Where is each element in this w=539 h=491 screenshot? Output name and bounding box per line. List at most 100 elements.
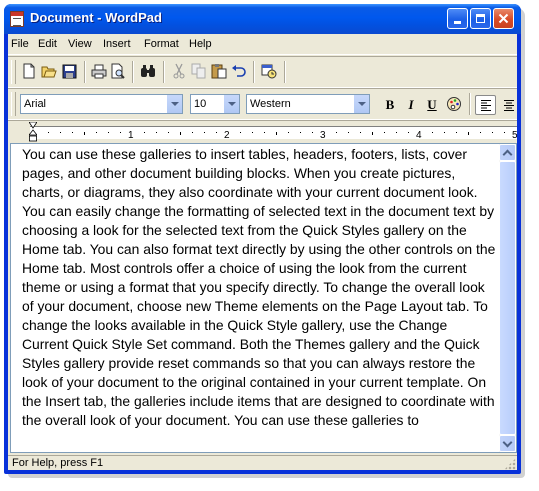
- ruler-tick: [468, 132, 469, 135]
- align-left-button[interactable]: [475, 95, 496, 115]
- date-time-icon: [261, 64, 277, 79]
- scroll-thumb[interactable]: [499, 161, 516, 435]
- ruler-tick: [336, 132, 337, 133]
- ruler-tick: [48, 132, 49, 133]
- font-size-combo[interactable]: 10: [190, 94, 240, 114]
- formatbar-grip[interactable]: [11, 92, 16, 116]
- format-bar: Arial 10 Western B I U: [8, 88, 517, 120]
- toolbar-separator: [132, 61, 134, 83]
- menu-edit[interactable]: Edit: [38, 38, 57, 50]
- ruler-tick: [180, 132, 181, 135]
- copy-button[interactable]: [190, 62, 208, 80]
- print-button[interactable]: [90, 62, 108, 80]
- ruler-tick: [168, 132, 169, 133]
- toolbar-separator: [284, 61, 286, 83]
- ruler-tick: [144, 132, 145, 133]
- color-palette-icon: [447, 97, 461, 111]
- new-button[interactable]: [20, 62, 38, 80]
- menu-help[interactable]: Help: [189, 38, 212, 50]
- align-center-button[interactable]: [500, 96, 518, 114]
- ruler-tick: [204, 132, 205, 133]
- undo-button[interactable]: [230, 62, 248, 80]
- bold-button[interactable]: B: [381, 96, 399, 114]
- italic-button[interactable]: I: [402, 96, 420, 114]
- client-area: File Edit View Insert Format Help Arial …: [8, 34, 518, 470]
- print-icon: [91, 64, 107, 78]
- formatbar-separator: [469, 93, 471, 115]
- font-name-combo[interactable]: Arial: [20, 94, 183, 114]
- wordpad-app-icon[interactable]: [10, 11, 24, 27]
- title-bar[interactable]: Document - WordPad: [4, 4, 521, 34]
- scroll-up-button[interactable]: [499, 144, 516, 161]
- save-button[interactable]: [60, 62, 78, 80]
- ruler-tick: [120, 132, 121, 133]
- ruler-number: 3: [320, 130, 326, 141]
- ruler-tick: [396, 132, 397, 133]
- ruler-number: 4: [416, 130, 422, 141]
- ruler-tick: [252, 132, 253, 133]
- toolbar-separator: [253, 61, 255, 83]
- new-icon: [23, 63, 35, 79]
- paste-icon: [211, 64, 227, 79]
- ruler-tick: [216, 132, 217, 133]
- font-size-value: 10: [194, 98, 207, 110]
- close-button[interactable]: [493, 8, 514, 29]
- scroll-down-button[interactable]: [499, 435, 516, 452]
- ruler-tick: [384, 132, 385, 133]
- chevron-down-icon: [357, 102, 366, 106]
- ruler-tick: [60, 132, 61, 133]
- ruler-number: 5: [512, 130, 518, 141]
- ruler-tick: [108, 132, 109, 133]
- menu-file[interactable]: File: [11, 38, 29, 50]
- save-icon: [62, 64, 76, 78]
- paste-button[interactable]: [210, 62, 228, 80]
- font-dropdown-button[interactable]: [166, 95, 182, 113]
- close-icon: [498, 13, 509, 24]
- document-frame: You can use these galleries to insert ta…: [10, 143, 517, 453]
- ruler-tick: [96, 132, 97, 133]
- ruler-tick: [480, 132, 481, 133]
- menu-view[interactable]: View: [68, 38, 92, 50]
- date-time-button[interactable]: [260, 62, 278, 80]
- color-button[interactable]: [445, 96, 463, 114]
- window-title: Document - WordPad: [30, 10, 162, 25]
- script-combo[interactable]: Western: [246, 94, 370, 114]
- menu-format[interactable]: Format: [144, 38, 179, 50]
- resize-grip-icon[interactable]: [504, 458, 516, 470]
- underline-button[interactable]: U: [423, 96, 441, 114]
- maximize-button[interactable]: [470, 8, 491, 29]
- find-button[interactable]: [139, 62, 157, 80]
- ruler-tick: [372, 132, 373, 135]
- ruler-tick: [192, 132, 193, 133]
- print-preview-button[interactable]: [109, 62, 127, 80]
- chevron-down-icon: [502, 437, 513, 447]
- toolbar-grip[interactable]: [11, 60, 16, 84]
- align-left-icon: [480, 100, 491, 111]
- wordpad-window: Document - WordPad File Edit View Insert…: [4, 4, 521, 474]
- ruler-tick: [300, 132, 301, 133]
- chevron-up-icon: [502, 149, 513, 159]
- chevron-down-icon: [227, 102, 236, 106]
- vertical-scrollbar[interactable]: [499, 144, 516, 452]
- ruler-tick: [312, 132, 313, 133]
- cut-button[interactable]: [170, 62, 188, 80]
- menu-insert[interactable]: Insert: [103, 38, 131, 50]
- size-dropdown-button[interactable]: [223, 95, 239, 113]
- ruler-number: 2: [224, 130, 230, 141]
- ruler-tick: [504, 132, 505, 133]
- font-name-value: Arial: [24, 98, 47, 110]
- indent-marker-icon[interactable]: [29, 122, 37, 142]
- ruler-tick: [264, 132, 265, 133]
- minimize-button[interactable]: [447, 8, 468, 29]
- open-button[interactable]: [40, 62, 58, 80]
- ruler-tick: [288, 132, 289, 133]
- chevron-down-icon: [170, 102, 179, 106]
- ruler-strip: 1 2 3 4 5: [30, 126, 518, 141]
- cut-icon: [173, 63, 185, 79]
- ruler-tick: [408, 132, 409, 133]
- script-dropdown-button[interactable]: [353, 95, 369, 113]
- document-text[interactable]: You can use these galleries to insert ta…: [22, 145, 496, 451]
- ruler[interactable]: 1 2 3 4 5: [8, 120, 518, 143]
- find-icon: [141, 65, 155, 77]
- maximize-icon: [476, 14, 485, 23]
